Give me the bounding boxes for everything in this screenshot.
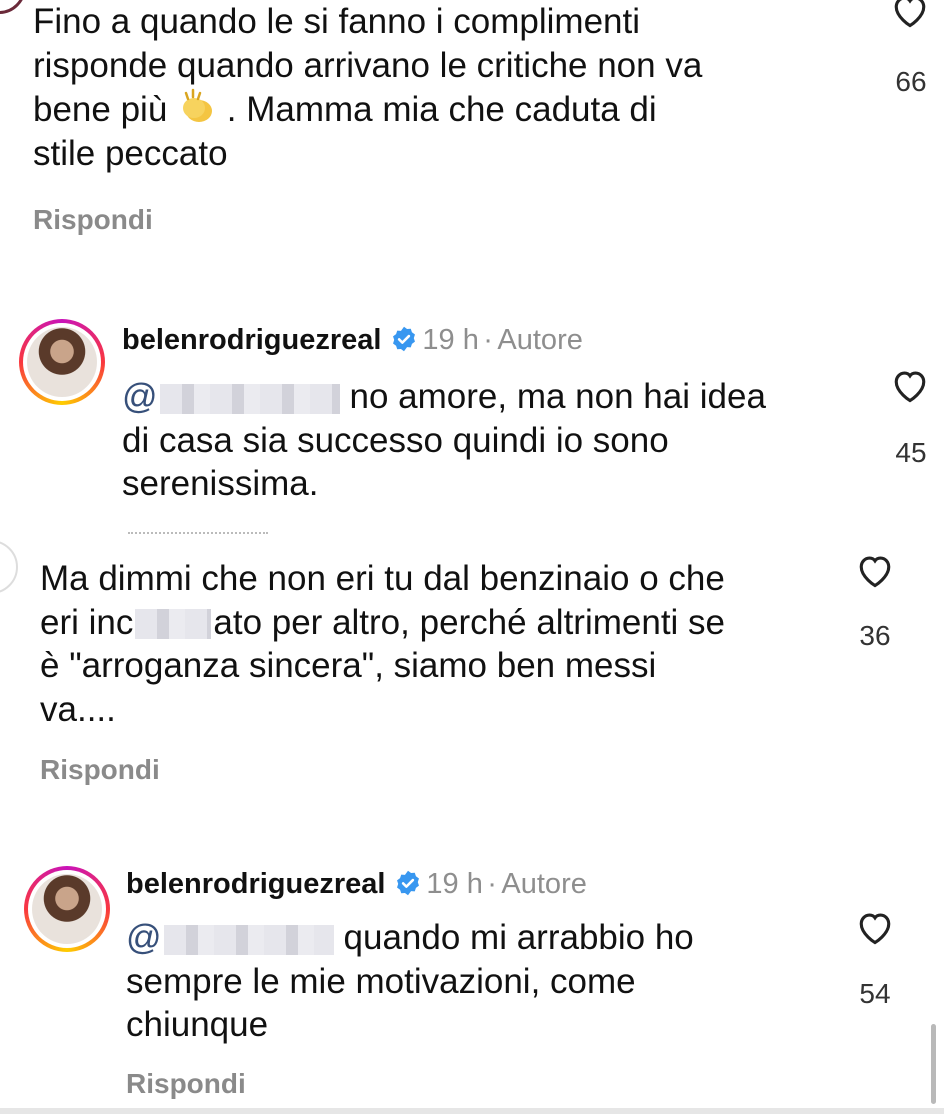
scrollbar-thumb[interactable] (931, 1024, 936, 1104)
username[interactable]: belenrodriguezreal (126, 868, 385, 900)
mention-link[interactable]: @ (126, 918, 162, 957)
comment-line: serenissima. (122, 464, 319, 503)
comment-line: @ no amore, ma non hai idea (122, 375, 766, 419)
comment-text: Ma dimmi che non eri tu dal benzinaio o … (40, 557, 725, 731)
avatar-photo (32, 874, 102, 944)
avatar-partial[interactable] (0, 0, 26, 14)
comment-text-fragment: ato per altro, perché altrimenti se (213, 602, 726, 642)
comment-line: va.... (40, 689, 116, 729)
like-count: 66 (895, 66, 927, 97)
heart-outline-icon[interactable] (888, 363, 932, 407)
avatar-partial[interactable] (0, 540, 18, 594)
comment-line: chiunque (126, 1005, 269, 1044)
comment-line: Fino a quando le si fanno i complimenti (33, 2, 641, 41)
like-count: 54 (859, 978, 891, 1009)
avatar-photo (27, 327, 97, 397)
comment-line: di casa sia successo quindi io sono (122, 420, 669, 460)
bottom-divider (0, 1108, 944, 1114)
author-avatar[interactable] (24, 866, 110, 952)
like-count: 45 (895, 437, 927, 468)
comment-line: @ quando mi arrabbio ho (126, 916, 694, 960)
comment-line: risponde quando arrivano le critiche non… (33, 45, 703, 85)
username[interactable]: belenrodriguezreal (122, 324, 381, 356)
heart-outline-icon[interactable] (853, 548, 897, 592)
comment-line: bene più . Mamma mia che caduta di (33, 87, 702, 132)
comment-text-fragment: . Mamma mia che caduta di (226, 90, 657, 129)
verified-badge-icon (396, 870, 419, 896)
redacted-word (135, 609, 212, 640)
comment-text: @ quando mi arrabbio ho sempre le mie mot… (126, 916, 694, 1047)
comment-text: @ no amore, ma non hai idea di casa sia s… (122, 375, 766, 506)
author-label: Autore (501, 868, 587, 900)
comment-line: Ma dimmi che non eri tu dal benzinaio o … (40, 559, 725, 598)
author-label: Autore (497, 324, 583, 356)
comment-line: è "arroganza sincera", siamo ben messi (40, 646, 657, 685)
reply-button[interactable]: Rispondi (126, 1068, 246, 1100)
comment-text-fragment: quando mi arrabbio ho (343, 918, 694, 957)
comment-time: 19 h (422, 324, 479, 356)
hidden-reply-fragment (128, 532, 268, 540)
comment-time: 19 h (426, 868, 483, 900)
clapping-hands-emoji (183, 88, 213, 122)
heart-outline-icon[interactable] (888, 0, 932, 32)
meta-separator: · (483, 324, 493, 356)
comment-line: sempre le mie motivazioni, come (126, 961, 636, 1001)
author-avatar[interactable] (19, 319, 105, 405)
heart-outline-icon[interactable] (853, 905, 897, 949)
redacted-username (163, 924, 334, 955)
comment-line: eri inc ato per altro, perché altrimenti … (40, 601, 725, 645)
comment-text-fragment: bene più (33, 90, 168, 129)
reply-button[interactable]: Rispondi (33, 204, 153, 236)
comment-text-fragment: no amore, ma non hai idea (349, 377, 766, 416)
reply-button[interactable]: Rispondi (40, 754, 160, 786)
redacted-username (159, 383, 340, 414)
comment-text: Fino a quando le si fanno i complimenti … (33, 0, 702, 175)
verified-badge-icon (392, 326, 415, 352)
comment-text-fragment: eri inc (40, 602, 134, 642)
meta-separator: · (487, 868, 497, 900)
mention-link[interactable]: @ (122, 377, 158, 416)
like-count: 36 (859, 620, 891, 651)
comment-line: stile peccato (33, 133, 228, 173)
